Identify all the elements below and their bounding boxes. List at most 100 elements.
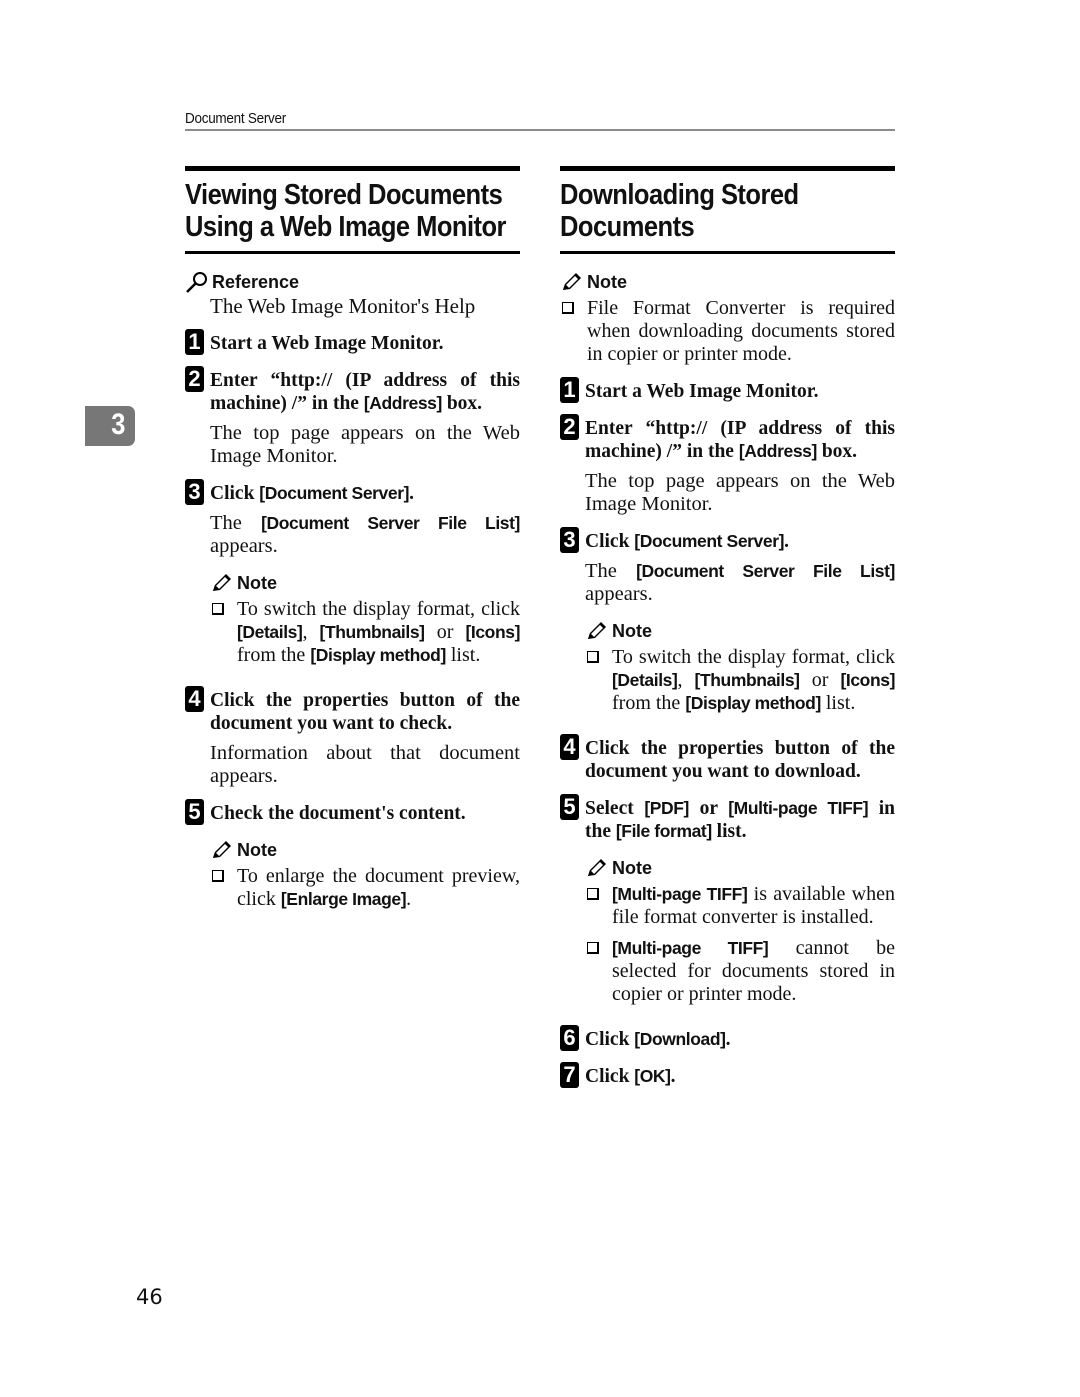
chapter-tab: 3 (85, 406, 135, 446)
text: The (210, 512, 262, 534)
text: To switch the display format, click (612, 646, 895, 668)
magnifier-icon (186, 272, 207, 293)
step-number: 2 (185, 366, 204, 392)
text: or (799, 669, 841, 691)
step-description: The [Document Server File List] appears. (585, 560, 895, 606)
step-title: Click [Download]. (585, 1028, 895, 1051)
text: The (585, 560, 637, 582)
ui-label-file-list: [Document Server File List] (261, 513, 520, 533)
note-item: File Format Converter is required when d… (560, 297, 895, 366)
step-3: 3 Click [Document Server]. The [Document… (185, 479, 520, 675)
ui-label-address: [Address] (363, 393, 442, 413)
step-number: 5 (560, 794, 579, 820)
ui-label-address: [Address] (738, 441, 817, 461)
step-5: 5 Select [PDF] or [Multi-page TIFF] in t… (560, 794, 895, 1014)
step-title: Enter “http:// (IP address of this machi… (210, 369, 520, 415)
ui-label-file-format: [File format] (615, 821, 712, 841)
ui-label-multi-page-tiff: [Multi-page TIFF] (612, 938, 769, 958)
step-3: 3 Click [Document Server]. The [Document… (560, 527, 895, 723)
step-7: 7 Click [OK]. (560, 1062, 895, 1088)
checkbox-bullet-icon (587, 942, 599, 954)
section-title-line1: Viewing Stored Documents (185, 179, 503, 211)
note-label: Note (237, 572, 277, 593)
step-number: 3 (560, 527, 579, 553)
checkbox-bullet-icon (212, 603, 224, 615)
checkbox-bullet-icon (212, 870, 224, 882)
page-number: 46 (136, 1285, 163, 1309)
section-title-line1: Downloading Stored (560, 179, 799, 211)
note-callout: Note To switch the display format, click… (210, 570, 520, 667)
checkbox-bullet-icon (587, 888, 599, 900)
ui-label-icons: [Icons] (465, 622, 520, 642)
checkbox-bullet-icon (587, 651, 599, 663)
ui-label-thumbnails: [Thumbnails] (319, 622, 425, 642)
ui-label-file-list: [Document Server File List] (636, 561, 895, 581)
step-1: 1 Start a Web Image Monitor. (560, 377, 895, 403)
step-title: Click the properties button of the docum… (210, 690, 520, 734)
step-number: 4 (185, 686, 204, 712)
step-title: Click the properties button of the docum… (585, 738, 895, 782)
note-callout: Note To switch the display format, click… (585, 618, 895, 715)
ui-label-ok: [OK] (634, 1066, 671, 1086)
step-title: Click [Document Server]. (585, 530, 895, 553)
step-number: 3 (185, 479, 204, 505)
text: , (302, 621, 320, 643)
text: appears. (210, 535, 278, 557)
ui-label-display-method: [Display method] (310, 645, 446, 665)
note-label: Note (612, 620, 652, 641)
note-label: Note (587, 271, 627, 292)
step-6: 6 Click [Download]. (560, 1025, 895, 1051)
step-title: Click [Document Server]. (210, 482, 520, 505)
pencil-icon (563, 273, 581, 290)
text: or (688, 798, 729, 819)
ui-label-document-server: [Document Server] (634, 531, 785, 551)
step-number: 1 (185, 329, 204, 355)
step-title: Check the document's content. (210, 803, 466, 824)
pencil-icon (588, 622, 606, 639)
text: list. (820, 692, 856, 714)
text: Select (585, 798, 645, 819)
text: list. (711, 821, 747, 842)
header-rule (185, 129, 895, 131)
ui-label-icons: [Icons] (840, 670, 895, 690)
note-item: To switch the display format, click [Det… (210, 598, 520, 667)
step-description: Information about that document appears. (210, 742, 520, 787)
ui-label-thumbnails: [Thumbnails] (694, 670, 800, 690)
section-title-line2: Using a Web Image Monitor (185, 211, 506, 243)
text: , (677, 669, 695, 691)
pencil-icon (213, 574, 231, 591)
reference-callout: Reference The Web Image Monitor's Help (185, 269, 520, 318)
note-label: Note (237, 839, 277, 860)
text: Click (210, 483, 260, 504)
step-number: 7 (560, 1062, 579, 1088)
step-title: Start a Web Image Monitor. (585, 381, 819, 402)
right-section: Downloading Stored Documents Note File F… (560, 166, 895, 1088)
ui-label-pdf: [PDF] (644, 798, 689, 818)
note-callout: Note File Format Converter is required w… (560, 269, 895, 366)
text: box. (816, 441, 858, 462)
note-item: To enlarge the document preview, click [… (210, 865, 520, 911)
text: To switch the display format, click (237, 598, 520, 620)
step-2: 2 Enter “http:// (IP address of this mac… (560, 414, 895, 516)
text: . (725, 1029, 731, 1050)
step-description: The [Document Server File List] appears. (210, 512, 520, 558)
text: Click (585, 531, 635, 552)
step-title: Click [OK]. (585, 1065, 895, 1088)
text: from the (612, 692, 686, 714)
step-4: 4 Click the properties button of the doc… (185, 686, 520, 788)
step-number: 1 (560, 377, 579, 403)
step-number: 5 (185, 799, 204, 825)
note-callout: Note To enlarge the document preview, cl… (210, 837, 520, 911)
pencil-icon (588, 859, 606, 876)
reference-text: The Web Image Monitor's Help (210, 294, 476, 318)
ui-label-multi-page-tiff: [Multi-page TIFF] (728, 798, 869, 818)
step-4: 4 Click the properties button of the doc… (560, 734, 895, 783)
ui-label-details: [Details] (612, 670, 678, 690)
step-description: The top page appears on the Web Image Mo… (585, 470, 895, 515)
text: box. (441, 393, 483, 414)
text: . (406, 888, 412, 910)
section-title-line2: Documents (560, 211, 695, 243)
ui-label-multi-page-tiff: [Multi-page TIFF] (612, 884, 748, 904)
chapter-number: 3 (111, 408, 126, 441)
text: from the (237, 644, 311, 666)
